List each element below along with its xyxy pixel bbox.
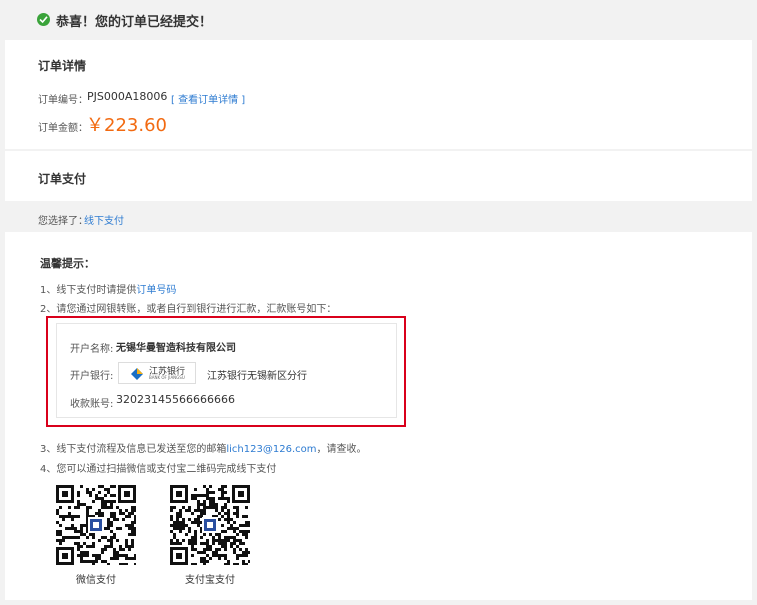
tip-item-1: 1、线下支付时请提供订单号码 bbox=[40, 281, 176, 296]
order-payment-title: 订单支付 bbox=[38, 172, 87, 186]
alipay-qr-code bbox=[170, 485, 251, 566]
bank-value: 江苏银行无锡新区分行 bbox=[207, 371, 307, 382]
payment-choice-value[interactable]: 线下支付 bbox=[84, 212, 124, 227]
tip-item-2: 2、请您通过网银转账，或者自行到银行进行汇款，汇款账号如下： bbox=[40, 304, 337, 315]
wechat-qr-icon bbox=[56, 485, 137, 566]
bank-label: 开户银行: bbox=[70, 371, 114, 382]
wechat-qr-code bbox=[56, 485, 137, 566]
order-amount-label: 订单金额： bbox=[38, 123, 88, 134]
tip-item-3-text: 3、线下支付流程及信息已发送至您的邮箱 bbox=[40, 444, 227, 455]
account-number-value: 32023145566666666 bbox=[116, 393, 235, 406]
bank-logo-subtext: BANK OF JIANGSU bbox=[149, 375, 185, 380]
account-number-label: 收款账号: bbox=[70, 399, 114, 410]
check-circle-icon bbox=[37, 13, 50, 26]
alipay-qr-icon bbox=[170, 485, 251, 566]
tip-item-1-text: 1、线下支付时请提供 bbox=[40, 285, 137, 296]
order-number-link[interactable]: 订单号码 bbox=[136, 285, 176, 296]
tip-item-3: 3、线下支付流程及信息已发送至您的邮箱lich123@126.com，请查收。 bbox=[40, 440, 366, 455]
account-name-value: 无锡华曼智造科技有限公司 bbox=[116, 343, 236, 354]
order-details-title: 订单详情 bbox=[38, 59, 87, 73]
payment-choice-label: 您选择了： bbox=[38, 216, 88, 227]
order-payment-card bbox=[5, 151, 752, 201]
wechat-pay-label: 微信支付 bbox=[76, 575, 116, 586]
bank-logo: 江苏银行 BANK OF JIANGSU bbox=[118, 362, 196, 384]
email-link[interactable]: lich123@126.com bbox=[226, 444, 316, 455]
account-name-label: 开户名称: bbox=[70, 344, 114, 355]
tip-item-3-suffix: ，请查收。 bbox=[316, 444, 367, 455]
page-title: 恭喜！您的订单已经提交！ bbox=[56, 15, 213, 30]
tip-item-4: 4、您可以通过扫描微信或支付宝二维码完成线下支付 bbox=[40, 464, 277, 475]
alipay-pay-label: 支付宝支付 bbox=[185, 575, 235, 586]
order-number-value: PJS000A18006 bbox=[87, 90, 168, 103]
tips-title: 温馨提示： bbox=[40, 257, 95, 270]
view-order-details-link[interactable]: [ 查看订单详情 ] bbox=[171, 91, 245, 106]
order-number-label: 订单编号： bbox=[38, 95, 88, 106]
order-amount-value: ￥223.60 bbox=[86, 115, 167, 136]
bank-logo-mark-icon bbox=[131, 368, 143, 380]
